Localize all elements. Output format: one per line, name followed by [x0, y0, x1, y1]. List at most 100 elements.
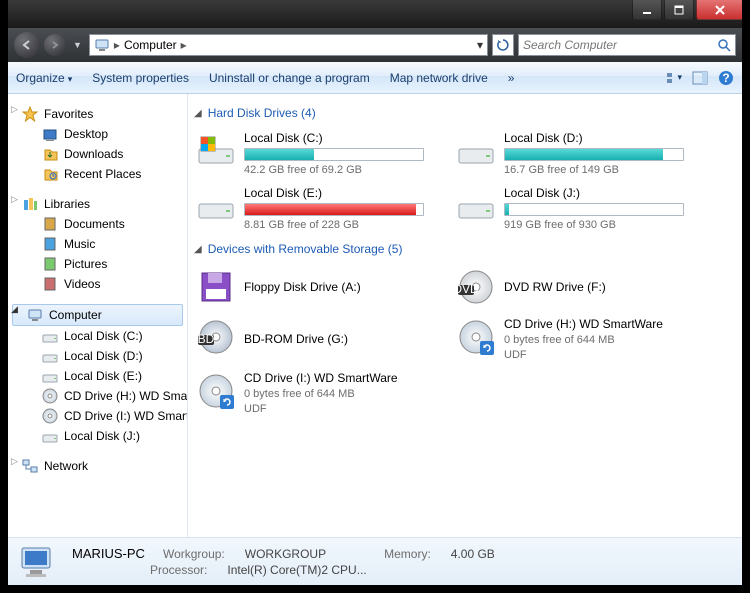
sidebar-item-desktop[interactable]: Desktop — [8, 124, 187, 144]
collapse-icon: ◢ — [194, 244, 202, 255]
drive-name: BD-ROM Drive (G:) — [244, 332, 444, 346]
drive-icon — [42, 408, 58, 424]
chevron-right-icon[interactable]: ▸ — [114, 38, 120, 52]
breadcrumb-computer[interactable]: Computer — [124, 38, 177, 52]
explorer-window: ▼ ▸ Computer ▸ ▾ Search Computer Organiz… — [0, 0, 750, 593]
close-button[interactable] — [696, 0, 744, 20]
expand-icon[interactable]: ▷ — [11, 194, 18, 205]
hard-drive-icon — [456, 131, 496, 171]
drive-item[interactable]: Local Disk (C:) 42.2 GB free of 69.2 GB — [190, 127, 450, 180]
svg-text:?: ? — [722, 71, 729, 85]
drive-item[interactable]: Local Disk (D:) 16.7 GB free of 149 GB — [450, 127, 710, 180]
hard-drive-icon — [196, 131, 236, 171]
content-pane: ◢ Hard Disk Drives (4) Local Disk (C:) 4… — [188, 94, 742, 537]
sidebar-item-pictures[interactable]: Pictures — [8, 254, 187, 274]
drive-filesystem: UDF — [244, 403, 444, 415]
window-titlebar[interactable] — [0, 0, 750, 28]
item-icon — [42, 146, 58, 162]
chevron-right-icon[interactable]: ▸ — [181, 38, 187, 52]
network-label: Network — [44, 459, 88, 473]
star-icon — [22, 106, 38, 122]
pc-name: MARIUS-PC — [72, 546, 145, 561]
drive-icon — [42, 328, 58, 344]
drive-item[interactable]: BD BD-ROM Drive (G:) — [190, 313, 450, 365]
search-icon — [717, 38, 731, 52]
computer-icon — [27, 307, 43, 323]
computer-header[interactable]: Computer — [12, 304, 183, 326]
sidebar-item-downloads[interactable]: Downloads — [8, 144, 187, 164]
drive-item[interactable]: CD Drive (H:) WD SmartWare 0 bytes free … — [450, 313, 710, 365]
favorites-label: Favorites — [44, 107, 93, 121]
address-bar[interactable]: ▸ Computer ▸ ▾ — [89, 34, 488, 56]
drive-item[interactable]: CD Drive (I:) WD SmartWare 0 bytes free … — [190, 367, 450, 419]
map-network-drive-button[interactable]: Map network drive — [390, 71, 488, 85]
search-input[interactable]: Search Computer — [518, 34, 736, 56]
usage-bar — [244, 148, 424, 161]
sidebar-item-recent-places[interactable]: Recent Places — [8, 164, 187, 184]
sidebar-item-drive[interactable]: CD Drive (H:) WD SmartWare — [8, 386, 187, 406]
drive-free-text: 0 bytes free of 644 MB — [504, 334, 704, 346]
back-button[interactable] — [14, 32, 40, 58]
navigation-row: ▼ ▸ Computer ▸ ▾ Search Computer — [8, 28, 742, 62]
drive-icon — [42, 348, 58, 364]
history-dropdown[interactable]: ▼ — [73, 40, 82, 50]
bd-drive-icon: BD — [196, 317, 236, 357]
hdd-section-header[interactable]: ◢ Hard Disk Drives (4) — [190, 100, 734, 126]
help-button[interactable]: ? — [718, 70, 734, 86]
drive-free-text: 8.81 GB free of 228 GB — [244, 219, 444, 231]
item-icon — [42, 126, 58, 142]
sidebar-item-drive[interactable]: Local Disk (D:) — [8, 346, 187, 366]
favorites-group: ▷ Favorites DesktopDownloadsRecent Place… — [8, 104, 187, 184]
drive-free-text: 42.2 GB free of 69.2 GB — [244, 164, 444, 176]
preview-pane-button[interactable] — [692, 70, 708, 86]
sidebar-item-drive[interactable]: CD Drive (I:) WD SmartWare — [8, 406, 187, 426]
computer-group: ◢ Computer Local Disk (C:)Local Disk (D:… — [8, 304, 187, 446]
sidebar-item-music[interactable]: Music — [8, 234, 187, 254]
cd-drive-icon — [196, 371, 236, 411]
cd-drive-icon — [456, 317, 496, 357]
sidebar-item-documents[interactable]: Documents — [8, 214, 187, 234]
usage-bar — [504, 148, 684, 161]
drive-icon — [42, 388, 58, 404]
drive-name: CD Drive (H:) WD SmartWare — [504, 317, 704, 331]
forward-button[interactable] — [44, 34, 66, 56]
dvd-drive-icon: DVD — [456, 267, 496, 307]
expand-icon[interactable]: ▷ — [11, 456, 18, 467]
refresh-button[interactable] — [492, 34, 514, 56]
collapse-icon[interactable]: ◢ — [11, 304, 18, 315]
minimize-button[interactable] — [632, 0, 662, 20]
drive-name: DVD RW Drive (F:) — [504, 280, 704, 294]
computer-label: Computer — [49, 308, 102, 322]
sidebar-item-drive[interactable]: Local Disk (J:) — [8, 426, 187, 446]
floppy-drive-icon — [196, 267, 236, 307]
sidebar-item-videos[interactable]: Videos — [8, 274, 187, 294]
sidebar-item-drive[interactable]: Local Disk (E:) — [8, 366, 187, 386]
favorites-header[interactable]: Favorites — [8, 104, 187, 124]
expand-icon[interactable]: ▷ — [11, 104, 18, 115]
drive-item[interactable]: Local Disk (J:) 919 GB free of 930 GB — [450, 182, 710, 235]
uninstall-program-button[interactable]: Uninstall or change a program — [209, 71, 370, 85]
maximize-button[interactable] — [664, 0, 694, 20]
view-options-button[interactable] — [666, 70, 682, 86]
command-bar: Organize System properties Uninstall or … — [8, 62, 742, 94]
network-header[interactable]: Network — [8, 456, 187, 476]
drive-item[interactable]: Local Disk (E:) 8.81 GB free of 228 GB — [190, 182, 450, 235]
drive-name: CD Drive (I:) WD SmartWare — [244, 371, 444, 385]
libraries-header[interactable]: Libraries — [8, 194, 187, 214]
drive-item[interactable]: Floppy Disk Drive (A:) — [190, 263, 450, 311]
organize-menu[interactable]: Organize — [16, 71, 72, 85]
system-properties-button[interactable]: System properties — [92, 71, 189, 85]
library-icon — [42, 216, 58, 232]
more-commands[interactable]: » — [508, 71, 515, 85]
library-icon — [42, 256, 58, 272]
removable-section-header[interactable]: ◢ Devices with Removable Storage (5) — [190, 236, 734, 262]
navigation-pane: ▷ Favorites DesktopDownloadsRecent Place… — [8, 94, 188, 537]
address-dropdown[interactable]: ▾ — [477, 38, 483, 52]
sidebar-item-drive[interactable]: Local Disk (C:) — [8, 326, 187, 346]
drive-free-text: 919 GB free of 930 GB — [504, 219, 704, 231]
collapse-icon: ◢ — [194, 108, 202, 119]
hard-drive-icon — [456, 186, 496, 226]
drive-item[interactable]: DVD DVD RW Drive (F:) — [450, 263, 710, 311]
svg-text:BD: BD — [198, 332, 215, 346]
drive-icon — [42, 368, 58, 384]
